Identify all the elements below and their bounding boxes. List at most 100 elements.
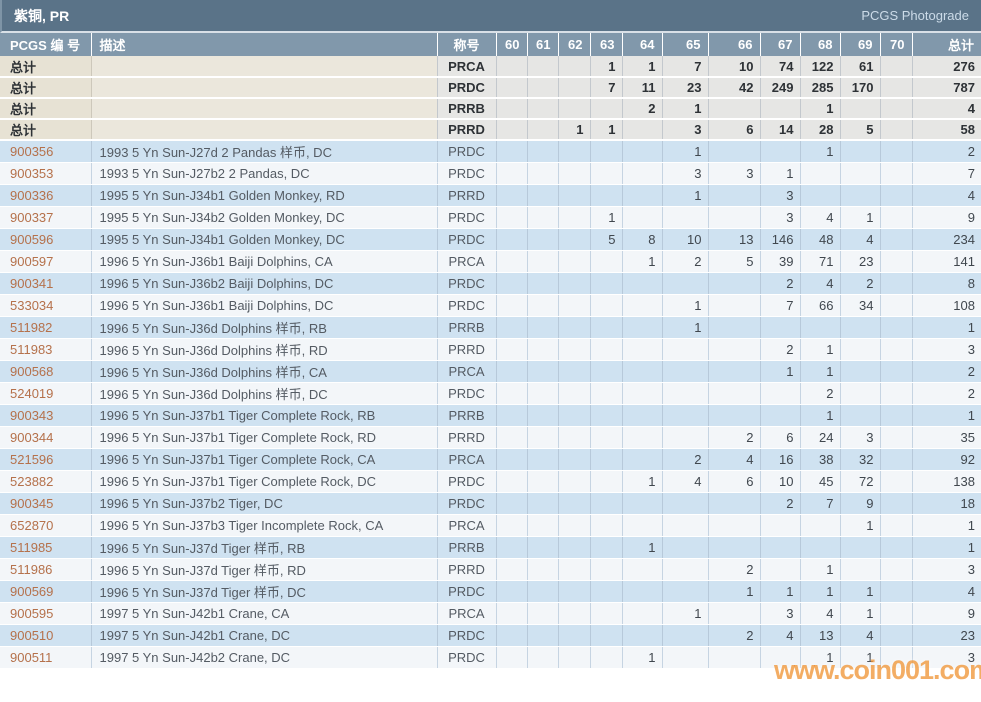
grade-count <box>590 140 622 162</box>
grade-count: 1 <box>840 646 880 668</box>
grade-count: 1 <box>800 646 840 668</box>
pcgs-number-link[interactable]: 523882 <box>10 474 53 489</box>
pcgs-number-cell: 900337 <box>0 206 91 228</box>
grade-count <box>840 140 880 162</box>
pcgs-number-link[interactable]: 900345 <box>10 496 53 511</box>
pcgs-number-link[interactable]: 511982 <box>10 320 52 335</box>
designation: PRDC <box>437 228 496 250</box>
designation: PRRB <box>437 404 496 426</box>
table-row: 511983 1996 5 Yn Sun-J36d Dolphins 样币, R… <box>0 338 981 360</box>
pcgs-number-link[interactable]: 511983 <box>10 342 52 357</box>
grade-count <box>496 602 527 624</box>
photograde-link[interactable]: PCGS Photograde <box>861 8 969 23</box>
pcgs-number-link[interactable]: 900337 <box>10 210 53 225</box>
grade-count <box>880 470 912 492</box>
grade-count <box>496 338 527 360</box>
grade-count <box>622 492 662 514</box>
designation: PRCA <box>437 602 496 624</box>
pcgs-number-link[interactable]: 900344 <box>10 430 53 445</box>
grade-count <box>558 56 590 77</box>
grade-count <box>662 206 708 228</box>
pcgs-number-cell: 900596 <box>0 228 91 250</box>
grade-count: 2 <box>662 448 708 470</box>
grade-count <box>760 382 800 404</box>
pcgs-number-link[interactable]: 900510 <box>10 628 53 643</box>
pcgs-number-link[interactable]: 900511 <box>10 650 52 665</box>
pcgs-number-cell: 900597 <box>0 250 91 272</box>
grade-count: 9 <box>840 492 880 514</box>
pcgs-number-link[interactable]: 900569 <box>10 584 53 599</box>
total-count: 2 <box>912 140 981 162</box>
pcgs-number-cell: 900569 <box>0 580 91 602</box>
grade-count: 4 <box>840 228 880 250</box>
designation: PRDC <box>437 272 496 294</box>
grade-count <box>558 492 590 514</box>
total-count: 1 <box>912 536 981 558</box>
grade-count <box>527 382 558 404</box>
grade-count <box>622 624 662 646</box>
grade-count: 1 <box>662 98 708 119</box>
coin-description: 1996 5 Yn Sun-J36d Dolphins 样币, DC <box>91 382 437 404</box>
grade-count: 10 <box>708 56 760 77</box>
grade-count <box>708 294 760 316</box>
grade-count: 1 <box>800 404 840 426</box>
grade-count <box>880 448 912 470</box>
grade-count <box>558 514 590 536</box>
grade-count <box>880 514 912 536</box>
pcgs-number-link[interactable]: 900356 <box>10 144 53 159</box>
pcgs-number-link[interactable]: 900336 <box>10 188 53 203</box>
pcgs-number-link[interactable]: 900595 <box>10 606 53 621</box>
grade-count <box>590 426 622 448</box>
designation: PRDC <box>437 470 496 492</box>
grade-count <box>590 558 622 580</box>
pcgs-number-link[interactable]: 533034 <box>10 298 53 313</box>
summary-row-description <box>91 77 437 98</box>
total-count: 1 <box>912 404 981 426</box>
pcgs-number-link[interactable]: 652870 <box>10 518 53 533</box>
pcgs-number-link[interactable]: 521596 <box>10 452 53 467</box>
coin-description: 1995 5 Yn Sun-J34b1 Golden Monkey, DC <box>91 228 437 250</box>
pcgs-number-link[interactable]: 900596 <box>10 232 53 247</box>
total-count: 234 <box>912 228 981 250</box>
pcgs-number-cell: 900345 <box>0 492 91 514</box>
pcgs-number-link[interactable]: 900343 <box>10 408 53 423</box>
grade-count <box>496 228 527 250</box>
grade-count <box>496 536 527 558</box>
grade-count: 1 <box>622 56 662 77</box>
grade-count <box>590 294 622 316</box>
grade-count: 3 <box>760 602 800 624</box>
grade-count: 1 <box>800 580 840 602</box>
pcgs-number-link[interactable]: 511985 <box>10 540 52 555</box>
pcgs-number-link[interactable]: 900341 <box>10 276 53 291</box>
grade-count <box>527 294 558 316</box>
summary-designation: PRDC <box>437 77 496 98</box>
grade-count <box>590 646 622 668</box>
grade-count <box>708 646 760 668</box>
pcgs-number-link[interactable]: 511986 <box>10 562 52 577</box>
grade-count: 146 <box>760 228 800 250</box>
grade-count: 4 <box>800 206 840 228</box>
total-count: 2 <box>912 360 981 382</box>
grade-count: 23 <box>662 77 708 98</box>
pcgs-number-link[interactable]: 900568 <box>10 364 53 379</box>
grade-count <box>496 580 527 602</box>
coin-description: 1996 5 Yn Sun-J37b3 Tiger Incomplete Roc… <box>91 514 437 536</box>
pcgs-number-link[interactable]: 900597 <box>10 254 53 269</box>
grade-count <box>840 558 880 580</box>
table-row: 900356 1993 5 Yn Sun-J27d 2 Pandas 样币, D… <box>0 140 981 162</box>
grade-count <box>880 228 912 250</box>
coin-description: 1996 5 Yn Sun-J37d Tiger 样币, DC <box>91 580 437 602</box>
grade-count <box>880 426 912 448</box>
data-tbody: 900356 1993 5 Yn Sun-J27d 2 Pandas 样币, D… <box>0 140 981 668</box>
grade-count <box>527 580 558 602</box>
grade-count: 1 <box>622 536 662 558</box>
table-row: 900511 1997 5 Yn Sun-J42b2 Crane, DC PRD… <box>0 646 981 668</box>
grade-count: 7 <box>662 56 708 77</box>
total-count: 4 <box>912 98 981 119</box>
total-count: 2 <box>912 382 981 404</box>
grade-count <box>880 382 912 404</box>
grade-count <box>527 162 558 184</box>
pcgs-number-link[interactable]: 524019 <box>10 386 53 401</box>
grade-count <box>662 426 708 448</box>
pcgs-number-link[interactable]: 900353 <box>10 166 53 181</box>
